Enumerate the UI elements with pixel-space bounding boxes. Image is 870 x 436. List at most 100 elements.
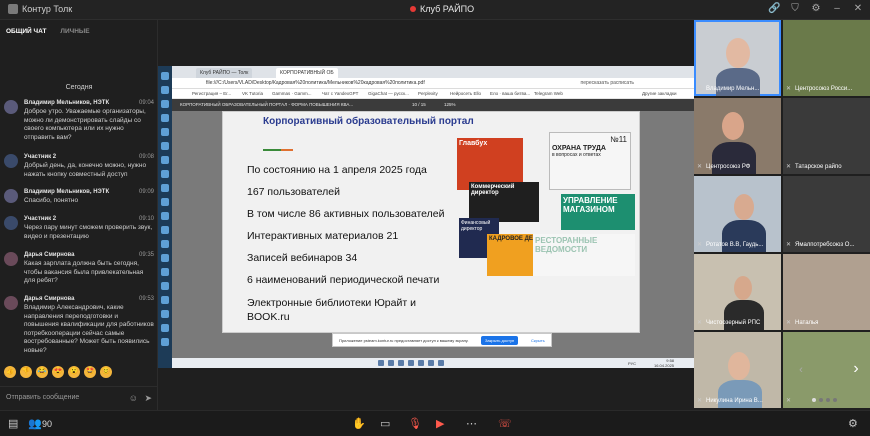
pdf-zoom[interactable]: 125%	[444, 102, 456, 107]
app-icon[interactable]	[161, 86, 169, 94]
app-icon[interactable]	[161, 240, 169, 248]
app-icon[interactable]	[161, 184, 169, 192]
close-icon[interactable]: ✕	[852, 3, 864, 15]
leave-call-icon[interactable]: ☏	[498, 417, 512, 430]
reaction-wow[interactable]: 😮	[68, 366, 80, 378]
participants-grid: 🎙Владимир Мельн... ✕ Центросоюз Росси... …	[694, 20, 870, 410]
reaction-smile[interactable]: 😊	[100, 366, 112, 378]
people-icon[interactable]: 👥	[28, 417, 42, 430]
app-icon[interactable]	[161, 268, 169, 276]
app-icon[interactable]	[161, 100, 169, 108]
bookmark[interactable]: Perplexity	[418, 91, 438, 96]
avatar	[4, 296, 18, 310]
hide-notification-link[interactable]: Скрыть	[531, 338, 545, 343]
chevron-right-icon[interactable]: ›	[846, 360, 866, 380]
browser-icon[interactable]	[408, 360, 414, 366]
message-input[interactable]: Отправить сообщение	[6, 394, 79, 401]
bookmark[interactable]: VK Tutoria	[242, 91, 263, 96]
page-dot[interactable]	[826, 398, 830, 402]
participants-count[interactable]: 90	[42, 419, 52, 429]
cover-subtitle: в вопросах и ответах	[552, 152, 601, 158]
link-icon[interactable]: 🔗	[768, 3, 780, 15]
browser-tab-active[interactable]: КОРПОРАТИВНЫЙ ОБ	[276, 68, 338, 78]
send-icon[interactable]: ➤	[144, 393, 152, 404]
message-time: 09:09	[138, 189, 154, 195]
tab-private-chat[interactable]: ЛИЧНЫЕ	[60, 28, 89, 42]
reaction-love[interactable]: 😍	[52, 366, 64, 378]
language-indicator[interactable]: РУС	[628, 361, 636, 366]
participant-tile[interactable]: ✕ Ротатов В.В, Гаудь...	[694, 176, 781, 252]
participant-tile[interactable]: ✕ Наталья	[783, 254, 870, 330]
participant-tile[interactable]: ✕ Центросоюз Росси...	[783, 20, 870, 96]
tab-general-chat[interactable]: ОБЩИЙ ЧАТ	[6, 28, 46, 42]
app-icon[interactable]	[161, 212, 169, 220]
participant-tile[interactable]: ✕ Татарское райпо	[783, 98, 870, 174]
date-separator: Сегодня	[65, 84, 93, 91]
camera-off-icon[interactable]: ▶	[436, 417, 444, 430]
app-icon[interactable]	[161, 198, 169, 206]
app-icon[interactable]	[161, 338, 169, 346]
app-icon[interactable]	[161, 72, 169, 80]
avatar	[4, 252, 18, 266]
reaction-thumbs-up[interactable]: 👍	[4, 366, 16, 378]
search-icon[interactable]	[388, 360, 394, 366]
app-icon[interactable]	[161, 170, 169, 178]
reaction-thumbs-down[interactable]: 👎	[20, 366, 32, 378]
app-icon[interactable]	[161, 114, 169, 122]
bookmark[interactable]: Ело · ваша битва...	[490, 91, 530, 96]
files-icon[interactable]	[398, 360, 404, 366]
more-icon[interactable]: ⋯	[466, 417, 477, 430]
app-icon[interactable]	[161, 254, 169, 262]
pdf-page-indicator[interactable]: 10 / 15	[412, 102, 426, 107]
page-dot[interactable]	[819, 398, 823, 402]
minimize-icon[interactable]: –	[831, 3, 843, 15]
reaction-star-eyes[interactable]: 🤩	[84, 366, 96, 378]
bookmark[interactable]: Gammas · Gamm...	[272, 91, 312, 96]
avatar	[4, 100, 18, 114]
app-icon[interactable]	[161, 296, 169, 304]
participant-tile[interactable]: 🎙Владимир Мельн...	[694, 20, 781, 96]
page-dot[interactable]	[812, 398, 816, 402]
chat-icon[interactable]: ▤	[8, 417, 18, 430]
bookmark-other[interactable]: Другие закладки	[642, 91, 676, 96]
bookmark[interactable]: Telegram Web	[534, 91, 563, 96]
mic-off-icon[interactable]: 🎙	[408, 417, 422, 430]
chevron-left-icon[interactable]: ‹	[794, 364, 808, 378]
participant-tile[interactable]: ✕ Никулина Ирина В...	[694, 332, 781, 408]
hand-icon[interactable]: ✋	[352, 417, 366, 430]
bookmark[interactable]: Нейросеть Ello	[450, 91, 481, 96]
share-screen-icon[interactable]: ▭	[380, 417, 390, 430]
app-icon[interactable]	[161, 282, 169, 290]
address-actions[interactable]: пересказать расписать	[581, 80, 634, 86]
stop-sharing-button[interactable]: Закрыть доступ	[481, 336, 519, 345]
browser-tab[interactable]: Клуб РАЙПО — Толк	[196, 68, 253, 78]
app-icon[interactable]	[161, 156, 169, 164]
url-field[interactable]: file:///C:/Users/VLAD/Desktop/Кадровая%2…	[206, 80, 425, 86]
app-icon[interactable]	[161, 310, 169, 318]
participant-face	[726, 38, 750, 68]
settings-icon[interactable]: ⚙	[848, 417, 858, 430]
bookmark[interactable]: GigaChat — русск...	[368, 91, 409, 96]
app-icon[interactable]	[438, 360, 444, 366]
page-dot[interactable]	[833, 398, 837, 402]
app-icon[interactable]	[428, 360, 434, 366]
room-name: Клуб РАЙПО	[420, 4, 475, 14]
participant-tile[interactable]: ✕ Чистоозерный РПС	[694, 254, 781, 330]
app-icon[interactable]	[161, 226, 169, 234]
bookmark[interactable]: Регистрация – Ег...	[192, 91, 231, 96]
taskbar-clock[interactable]: 9:58 16.04.2025	[654, 358, 674, 368]
gear-icon[interactable]: ⚙	[810, 3, 822, 15]
reaction-laugh[interactable]: 😂	[36, 366, 48, 378]
app-icon[interactable]	[161, 324, 169, 332]
app-icon[interactable]	[161, 128, 169, 136]
start-icon[interactable]	[378, 360, 384, 366]
app-logo-icon	[8, 4, 18, 14]
bookmark[interactable]: Чат с YandexGPT	[322, 91, 358, 96]
participant-tile[interactable]: ✕ Ямалпотребсоюз О...	[783, 176, 870, 252]
app-icon[interactable]	[161, 142, 169, 150]
yandex-icon[interactable]	[418, 360, 424, 366]
mic-off-icon: ✕	[697, 242, 703, 248]
participant-tile[interactable]: ✕ Центросоюз РФ	[694, 98, 781, 174]
emoji-icon[interactable]: ☺	[129, 393, 138, 403]
shield-icon[interactable]: ⛉	[789, 3, 801, 15]
